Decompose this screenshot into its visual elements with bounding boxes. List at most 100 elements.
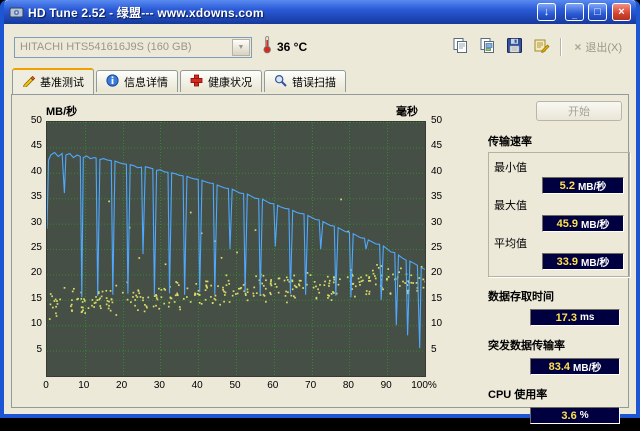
tab-error-scan[interactable]: 错误扫描 <box>264 70 346 92</box>
min-rate-value-box: 5.2 MB/秒 <box>542 177 624 194</box>
burst-rate-unit: MB/秒 <box>573 363 602 374</box>
y-axis-left-tick: 45 <box>30 140 42 152</box>
cpu-usage-value: 3.6 <box>561 409 577 422</box>
drive-select-value: HITACHI HTS541616J9S (160 GB) <box>20 41 192 53</box>
access-time-value: 17.3 <box>555 311 577 324</box>
min-rate-row: 最小值 5.2 MB/秒 <box>494 159 624 194</box>
x-axis-tick: 60 <box>267 380 279 391</box>
avg-rate-row: 平均值 33.9 MB/秒 <box>494 235 624 270</box>
y-axis-right-tick: 5 <box>431 343 437 355</box>
y-axis-right-tick: 30 <box>431 216 443 228</box>
access-time-value-box: 17.3 ms <box>530 309 620 326</box>
benchmark-icon <box>22 74 36 90</box>
save-icon <box>506 37 523 57</box>
maximize-button[interactable]: □ <box>588 3 607 21</box>
x-axis-tick: 50 <box>229 380 241 391</box>
thermometer-icon <box>261 35 273 59</box>
x-axis-tick: 80 <box>342 380 354 391</box>
chevron-down-icon: ▼ <box>232 38 250 56</box>
start-button[interactable]: 开始 <box>536 101 622 121</box>
min-rate-label: 最小值 <box>494 162 527 174</box>
x-axis-tick: 90 <box>380 380 392 391</box>
health-icon <box>190 74 203 90</box>
copy-text-button[interactable] <box>449 37 471 57</box>
y-axis-left-tick: 25 <box>30 242 42 253</box>
drive-select[interactable]: HITACHI HTS541616J9S (160 GB) ▼ <box>14 36 252 58</box>
y-axis-right-tick: 20 <box>431 267 443 279</box>
y-axis-left-tick: 5 <box>36 343 42 355</box>
app-icon <box>9 5 24 20</box>
y-axis-right-tick: 40 <box>431 165 443 177</box>
toolbar-actions: × 退出(X) <box>449 37 626 57</box>
save-button[interactable] <box>503 37 525 57</box>
cpu-usage-unit: % <box>579 410 589 421</box>
burst-rate-label: 突发数据传输率 <box>488 340 565 352</box>
minimize-button[interactable]: _ <box>565 3 584 21</box>
titlebar[interactable]: HD Tune 2.52 - 绿盟--- www.xdowns.com ↓ _ … <box>4 0 636 24</box>
avg-rate-label: 平均值 <box>494 238 527 250</box>
y-axis-left-tick: 10 <box>30 318 42 330</box>
cpu-usage-stat: CPU 使用率 3.6 % <box>488 385 630 424</box>
cpu-usage-label: CPU 使用率 <box>488 389 548 401</box>
copy-image-icon <box>479 37 496 57</box>
max-rate-value-box: 45.9 MB/秒 <box>542 215 624 232</box>
avg-rate-unit: MB/秒 <box>581 258 610 269</box>
access-time-unit: ms <box>579 312 595 323</box>
min-rate-value: 5.2 <box>559 179 575 192</box>
hdtune-window: HD Tune 2.52 - 绿盟--- www.xdowns.com ↓ _ … <box>0 0 640 424</box>
toolbar: HITACHI HTS541616J9S (160 GB) ▼ 36 °C × … <box>4 24 636 65</box>
y-axis-left-tick: 35 <box>30 191 42 203</box>
benchmark-panel: MB/秒 毫秒 50 50 45 45 40 40 35 35 30 30 25 25 20 20 15 15… <box>11 94 630 424</box>
transfer-rate-group-title: 传输速率 <box>488 136 532 148</box>
export-icon <box>533 37 550 57</box>
x-axis-tick: 100% <box>411 380 437 391</box>
benchmark-chart: MB/秒 毫秒 50 50 45 45 40 40 35 35 30 30 25 25 20 20 15 15… <box>16 99 478 403</box>
y-axis-right-tick: 45 <box>431 140 443 152</box>
max-rate-unit: MB/秒 <box>581 220 610 231</box>
access-time-stat: 数据存取时间 17.3 ms <box>488 287 630 326</box>
y-axis-left-tick: 15 <box>30 292 42 304</box>
close-button[interactable]: × <box>612 3 631 21</box>
x-axis-tick: 20 <box>116 380 128 391</box>
y-axis-right-tick: 35 <box>431 191 443 203</box>
burst-rate-value-box: 83.4 MB/秒 <box>530 358 620 375</box>
max-rate-value: 45.9 <box>556 217 579 230</box>
plot-area <box>46 121 427 377</box>
right-axis-label: 毫秒 <box>396 106 418 118</box>
window-title: HD Tune 2.52 - 绿盟--- www.xdowns.com <box>28 5 264 20</box>
y-axis-right-tick: 10 <box>431 318 443 330</box>
transfer-rate-groupbox: 最小值 5.2 MB/秒 最大值 45.9 MB/秒 平均值 33.9 MB/秒 <box>488 152 630 277</box>
tab-benchmark-label: 基准测试 <box>40 77 84 89</box>
copy-image-button[interactable] <box>476 37 498 57</box>
y-axis-left-tick: 40 <box>30 165 42 177</box>
left-axis-label: MB/秒 <box>46 106 78 118</box>
y-axis-left-tick: 50 <box>30 115 42 126</box>
max-rate-label: 最大值 <box>494 200 527 212</box>
burst-rate-value: 83.4 <box>548 360 571 373</box>
info-icon <box>106 73 119 90</box>
export-button[interactable] <box>530 37 552 57</box>
y-axis-right-tick: 50 <box>431 115 443 126</box>
toolbar-separator <box>560 38 563 56</box>
exit-button[interactable]: × 退出(X) <box>570 39 626 55</box>
scan-icon <box>274 74 287 90</box>
tab-health[interactable]: 健康状况 <box>180 70 262 92</box>
x-axis-tick: 10 <box>78 380 90 391</box>
tab-info-label: 信息详情 <box>124 76 168 89</box>
x-axis-tick: 30 <box>153 380 165 391</box>
tab-benchmark[interactable]: 基准测试 <box>12 68 94 94</box>
tab-info[interactable]: 信息详情 <box>96 70 178 92</box>
temperature-readout: 36 °C <box>261 35 307 59</box>
x-axis-tick: 40 <box>191 380 203 391</box>
cpu-usage-value-box: 3.6 % <box>530 407 620 424</box>
x-axis-tick: 70 <box>305 380 317 391</box>
download-button[interactable]: ↓ <box>537 3 556 21</box>
y-axis-left-tick: 30 <box>30 216 42 228</box>
tab-error-scan-label: 错误扫描 <box>292 76 336 89</box>
max-rate-row: 最大值 45.9 MB/秒 <box>494 197 624 232</box>
exit-label: 退出(X) <box>585 42 622 54</box>
avg-rate-value: 33.9 <box>556 255 579 268</box>
access-time-label: 数据存取时间 <box>488 291 554 303</box>
exit-x-icon: × <box>574 40 582 54</box>
avg-rate-value-box: 33.9 MB/秒 <box>542 253 624 270</box>
